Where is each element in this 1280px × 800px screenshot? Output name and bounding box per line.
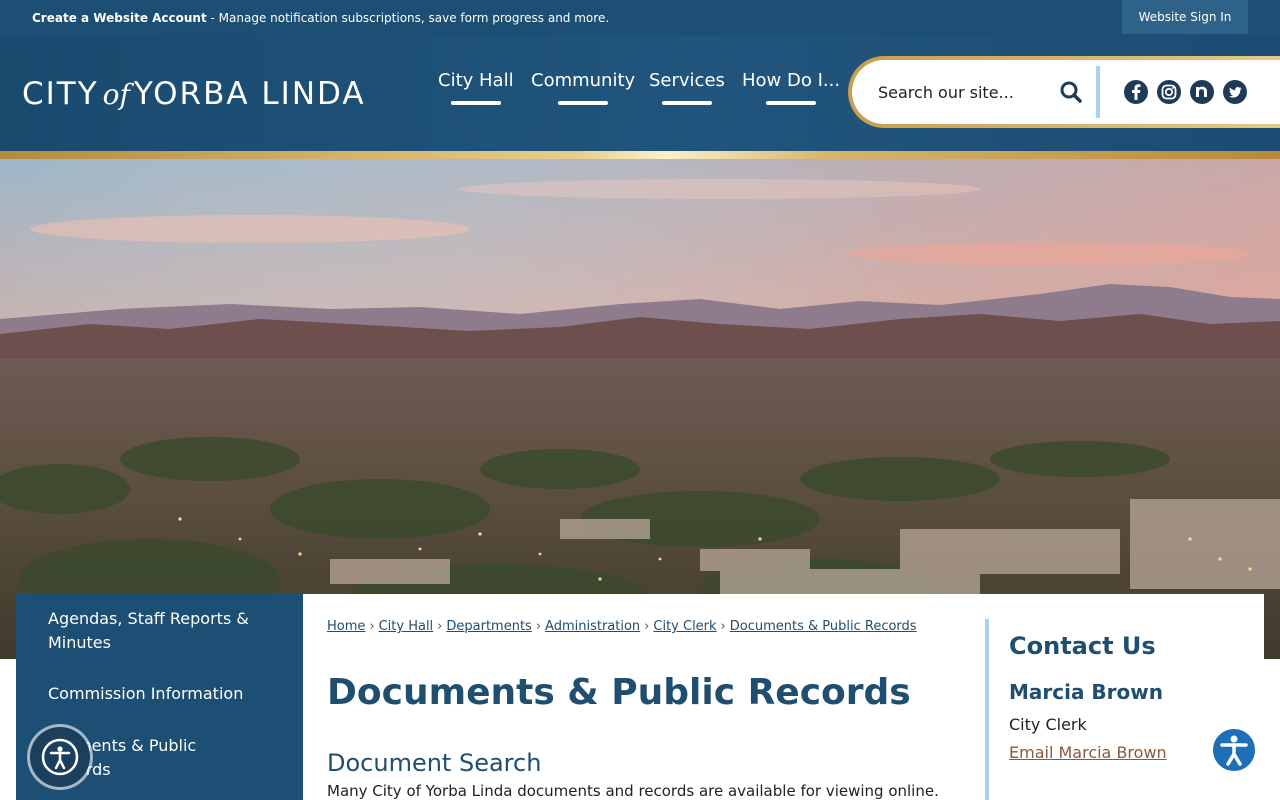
logo-of-text: of [102,78,130,111]
contact-email-link[interactable]: Email Marcia Brown [1009,743,1167,762]
accessibility-menu-button[interactable] [30,727,90,787]
breadcrumb-separator: › [535,619,542,634]
breadcrumb-city-hall[interactable]: City Hall [379,619,434,634]
facebook-link[interactable] [1123,79,1149,105]
accessibility-person-icon [1211,727,1257,773]
account-notice-text: - Manage notification subscriptions, sav… [206,11,610,25]
nextdoor-icon [1190,80,1214,104]
breadcrumb-city-clerk[interactable]: City Clerk [653,619,716,634]
accessibility-icon [41,738,79,776]
sidebar-item-commission-information[interactable]: Commission Information [48,682,278,706]
twitter-icon [1223,80,1247,104]
account-notice[interactable]: Create a Website Account - Manage notifi… [32,11,609,25]
nav-underline [766,101,817,105]
nav-services-label: Services [649,70,725,91]
page-title: Documents & Public Records [327,672,911,713]
hero-city-panorama [0,159,1280,659]
header-gold-divider [0,151,1280,159]
search-input[interactable] [878,81,1048,103]
breadcrumb-separator: › [644,619,650,634]
breadcrumb-departments[interactable]: Departments [446,619,531,634]
facebook-icon [1124,80,1148,104]
contact-heading: Contact Us [1009,632,1156,660]
sidebar-item-documents-continued[interactable]: ords [76,758,306,782]
search-divider [1096,66,1100,118]
nav-community[interactable]: Community [531,70,636,105]
contact-name: Marcia Brown [1009,680,1163,704]
section-title-document-search: Document Search [327,749,542,777]
nav-underline [558,101,609,105]
breadcrumb-separator: › [437,619,443,634]
section-description: Many City of Yorba Linda documents and r… [327,782,939,800]
website-sign-in-button[interactable]: Website Sign In [1122,0,1248,34]
site-logo[interactable]: CITY of YORBA LINDA [22,76,366,116]
create-account-link[interactable]: Create a Website Account [32,11,207,25]
contact-role: City Clerk [1009,715,1087,734]
nav-city-hall[interactable]: City Hall [438,70,514,105]
breadcrumb-separator: › [720,619,726,634]
breadcrumb-documents-public-records[interactable]: Documents & Public Records [730,619,917,634]
sidebar-item-agendas[interactable]: Agendas, Staff Reports & Minutes [48,607,278,655]
nav-services[interactable]: Services [649,70,725,105]
sidebar-item-documents-public-records[interactable]: ments & Public [76,734,306,758]
twitter-link[interactable] [1222,79,1248,105]
accessibility-toggle-button[interactable] [1210,726,1258,774]
instagram-icon [1157,80,1181,104]
top-notification-bar: Create a Website Account - Manage notifi… [0,0,1280,36]
instagram-link[interactable] [1156,79,1182,105]
nav-how-do-i[interactable]: How Do I... [742,70,841,105]
search-button[interactable] [1058,79,1084,105]
nextdoor-link[interactable] [1189,79,1215,105]
logo-name-text: YORBA LINDA [133,76,366,112]
contact-accent-bar [985,619,989,800]
nav-how-do-i-label: How Do I... [742,70,841,91]
breadcrumb-administration[interactable]: Administration [545,619,640,634]
breadcrumb-separator: › [369,619,375,634]
nav-underline [661,101,712,105]
logo-city-text: CITY [22,76,99,112]
breadcrumb-home[interactable]: Home [327,619,365,634]
search-icon [1060,81,1082,103]
nav-city-hall-label: City Hall [438,70,514,91]
nav-underline [450,101,501,105]
breadcrumb: Home › City Hall › Departments › Administratio… [327,619,917,634]
nav-community-label: Community [531,70,636,91]
